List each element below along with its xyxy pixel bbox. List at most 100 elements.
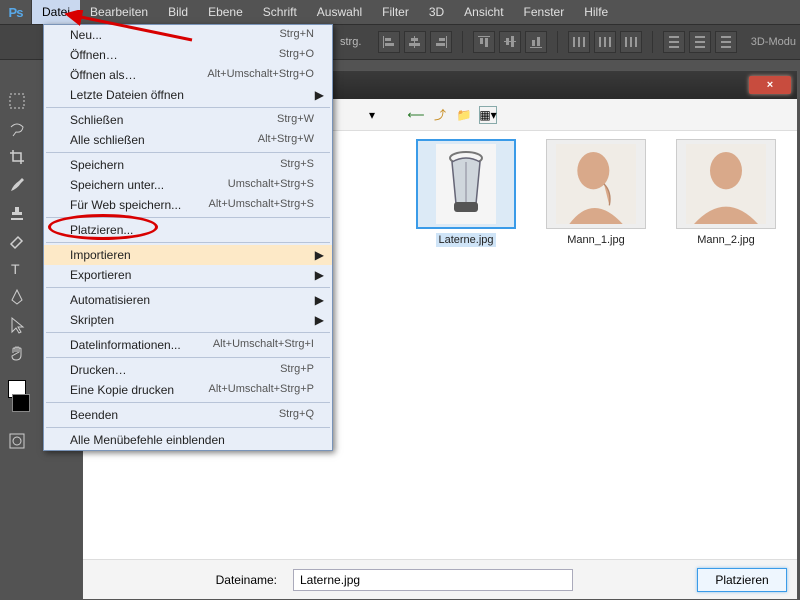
align-top-icon[interactable] [473, 31, 495, 53]
menu-item-shortcut: Alt+Umschalt+Strg+S [209, 198, 314, 212]
menu-auswahl[interactable]: Auswahl [307, 0, 372, 24]
pen-tool-icon[interactable] [6, 286, 28, 308]
menu-item-shortcut: Strg+P [280, 363, 314, 377]
view-mode-icon[interactable]: ▦▾ [479, 106, 497, 124]
menu-hilfe[interactable]: Hilfe [574, 0, 618, 24]
align-right-icon[interactable] [430, 31, 452, 53]
menu-item-label: Neu... [70, 28, 102, 42]
back-icon[interactable]: ⟵ [407, 106, 425, 124]
menu-item[interactable]: Drucken… Strg+P [44, 360, 332, 380]
file-label: Laterne.jpg [436, 233, 495, 247]
distribute-h3-icon[interactable] [620, 31, 642, 53]
menu-item-shortcut: Strg+Q [279, 408, 314, 422]
align-buttons [378, 31, 737, 53]
place-button[interactable]: Platzieren [697, 568, 787, 592]
menu-item[interactable]: Für Web speichern...Alt+Umschalt+Strg+S [44, 195, 332, 215]
menu-fenster[interactable]: Fenster [514, 0, 575, 24]
menu-item-label: Speichern unter... [70, 178, 164, 192]
menu-item[interactable]: Letzte Dateien öffnen▶ [44, 85, 332, 105]
menu-item-label: Importieren [70, 248, 131, 262]
menu-separator [46, 332, 330, 333]
menu-item[interactable]: Datelinformationen... Alt+Umschalt+Strg+I [44, 335, 332, 355]
menu-item[interactable]: Exportieren▶ [44, 265, 332, 285]
menu-separator [46, 152, 330, 153]
menu-item[interactable]: Speichern unter... Umschalt+Strg+S [44, 175, 332, 195]
align-left-icon[interactable] [378, 31, 400, 53]
file-thumb-lantern [416, 139, 516, 229]
menu-bild[interactable]: Bild [158, 0, 198, 24]
menu-item[interactable]: Automatisieren ▶ [44, 290, 332, 310]
file-item[interactable]: Mann_2.jpg [671, 139, 781, 247]
menu-item-shortcut: Strg+N [279, 28, 314, 42]
crop-tool-icon[interactable] [6, 146, 28, 168]
distribute-v1-icon[interactable] [663, 31, 685, 53]
distribute-h2-icon[interactable] [594, 31, 616, 53]
menubar: Ps Datei Bearbeiten Bild Ebene Schrift A… [0, 0, 800, 24]
menu-item-shortcut: Strg+S [280, 158, 314, 172]
menu-item[interactable]: Skripten▶ [44, 310, 332, 330]
align-hcenter-icon[interactable] [404, 31, 426, 53]
menu-item-shortcut: Alt+Umschalt+Strg+I [213, 338, 314, 352]
menu-item-shortcut: Alt+Strg+W [258, 133, 314, 147]
menu-item-label: Platzieren... [70, 223, 133, 237]
menu-separator [46, 287, 330, 288]
up-icon[interactable]: ⤴ [431, 106, 449, 124]
background-color-swatch[interactable] [12, 394, 30, 412]
hand-tool-icon[interactable] [6, 342, 28, 364]
menu-ansicht[interactable]: Ansicht [454, 0, 513, 24]
distribute-h1-icon[interactable] [568, 31, 590, 53]
menu-item[interactable]: Neu... Strg+N [44, 25, 332, 45]
menu-item[interactable]: Eine Kopie druckenAlt+Umschalt+Strg+P [44, 380, 332, 400]
align-bottom-icon[interactable] [525, 31, 547, 53]
menu-item[interactable]: SpeichernStrg+S [44, 155, 332, 175]
menu-item[interactable]: SchließenStrg+W [44, 110, 332, 130]
menu-item-label: Beenden [70, 408, 118, 422]
menu-item[interactable]: Alle Menübefehle einblenden [44, 430, 332, 450]
new-folder-icon[interactable]: 📁 [455, 106, 473, 124]
menu-item[interactable]: Beenden Strg+Q [44, 405, 332, 425]
menu-item[interactable]: Platzieren... [44, 220, 332, 240]
path-select-tool-icon[interactable] [6, 314, 28, 336]
menu-item-label: Letzte Dateien öffnen [70, 88, 184, 102]
menu-item-label: Skripten [70, 313, 114, 327]
submenu-arrow-icon: ▶ [315, 293, 324, 307]
menu-item-label: Öffnen… [70, 48, 118, 62]
distribute-v3-icon[interactable] [715, 31, 737, 53]
align-vcenter-icon[interactable] [499, 31, 521, 53]
file-item-selected[interactable]: Laterne.jpg [411, 139, 521, 247]
menu-item-shortcut: Umschalt+Strg+S [228, 178, 314, 192]
menu-item-label: Automatisieren [70, 293, 150, 307]
distribute-v2-icon[interactable] [689, 31, 711, 53]
marquee-tool-icon[interactable] [6, 90, 28, 112]
options-hint: strg. [340, 36, 361, 48]
menu-datei[interactable]: Datei [32, 0, 80, 24]
menu-item[interactable]: Öffnen… Strg+O [44, 45, 332, 65]
menu-item[interactable]: Öffnen als…Alt+Umschalt+Strg+O [44, 65, 332, 85]
brush-tool-icon[interactable] [6, 174, 28, 196]
file-item[interactable]: Mann_1.jpg [541, 139, 651, 247]
filename-input[interactable] [293, 569, 573, 591]
menu-item-shortcut: Strg+O [279, 48, 314, 62]
menu-item[interactable]: Alle schließenAlt+Strg+W [44, 130, 332, 150]
menu-item[interactable]: Importieren▶ [44, 245, 332, 265]
menu-separator [46, 107, 330, 108]
menu-filter[interactable]: Filter [372, 0, 419, 24]
menu-bearbeiten[interactable]: Bearbeiten [80, 0, 158, 24]
file-thumb-man1 [546, 139, 646, 229]
eraser-tool-icon[interactable] [6, 230, 28, 252]
lasso-tool-icon[interactable] [6, 118, 28, 140]
menu-ebene[interactable]: Ebene [198, 0, 253, 24]
dialog-close-button[interactable]: × [749, 76, 791, 94]
menu-schrift[interactable]: Schrift [253, 0, 307, 24]
quickmask-icon[interactable] [6, 430, 28, 452]
dropdown-chevron-icon[interactable]: ▾ [363, 106, 381, 124]
menu-3d[interactable]: 3D [419, 0, 454, 24]
type-tool-icon[interactable]: T [6, 258, 28, 280]
menu-item-shortcut: Alt+Umschalt+Strg+P [209, 383, 314, 397]
stamp-tool-icon[interactable] [6, 202, 28, 224]
file-menu-dropdown: Neu... Strg+N Öffnen… Strg+O Öffnen als…Alt+… [43, 24, 333, 451]
menu-item-label: Datelinformationen... [70, 338, 181, 352]
dialog-bottom-bar: Dateiname: Platzieren [83, 559, 797, 599]
submenu-arrow-icon: ▶ [315, 268, 324, 282]
menu-item-label: Drucken… [70, 363, 127, 377]
